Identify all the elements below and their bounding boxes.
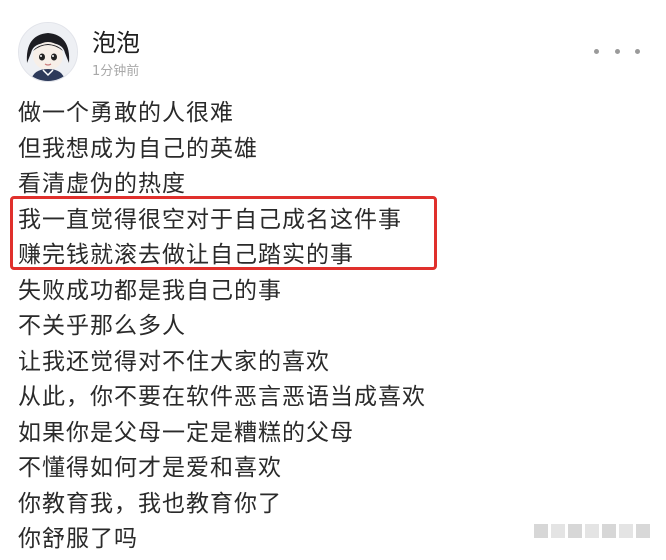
more-dots-icon[interactable] xyxy=(594,38,640,64)
more-dot xyxy=(614,48,620,54)
post-line: 失败成功都是我自己的事 xyxy=(18,277,282,304)
post-line: 不关乎那么多人 xyxy=(18,313,186,339)
post-line: 让我还觉得对不住大家的喜欢 xyxy=(18,348,330,375)
post-content: 做一个勇敢的人很难 但我想成为自己的英雄 看清虚伪的热度 我一直觉得很空对于自己… xyxy=(18,96,618,558)
post-line: 不懂得如何才是爱和喜欢 xyxy=(18,455,282,481)
avatar[interactable] xyxy=(18,22,78,82)
post-line: 做一个勇敢的人很难 xyxy=(18,100,234,126)
highlight-box xyxy=(10,196,437,270)
post-line: 但我想成为自己的英雄 xyxy=(18,135,258,162)
timestamp: 1分钟前 xyxy=(92,64,140,79)
post-line: 如果你是父母一定是糟糕的父母 xyxy=(18,419,354,446)
pixelated-watermark xyxy=(534,524,650,538)
post-card: 泡泡 1分钟前 做一个勇敢的人很难 但我想成为自己的英雄 看清虚伪的热度 我一直… xyxy=(0,0,666,560)
post-line: 从此，你不要在软件恶言恶语当成喜欢 xyxy=(18,384,426,410)
more-dot xyxy=(635,48,640,54)
more-dot xyxy=(594,48,599,54)
username[interactable]: 泡泡 xyxy=(92,28,140,58)
post-line: 你教育我，我也教育你了 xyxy=(18,490,282,517)
cartoon-girl-avatar-icon xyxy=(19,23,77,81)
post-line: 你舒服了吗 xyxy=(18,526,138,552)
